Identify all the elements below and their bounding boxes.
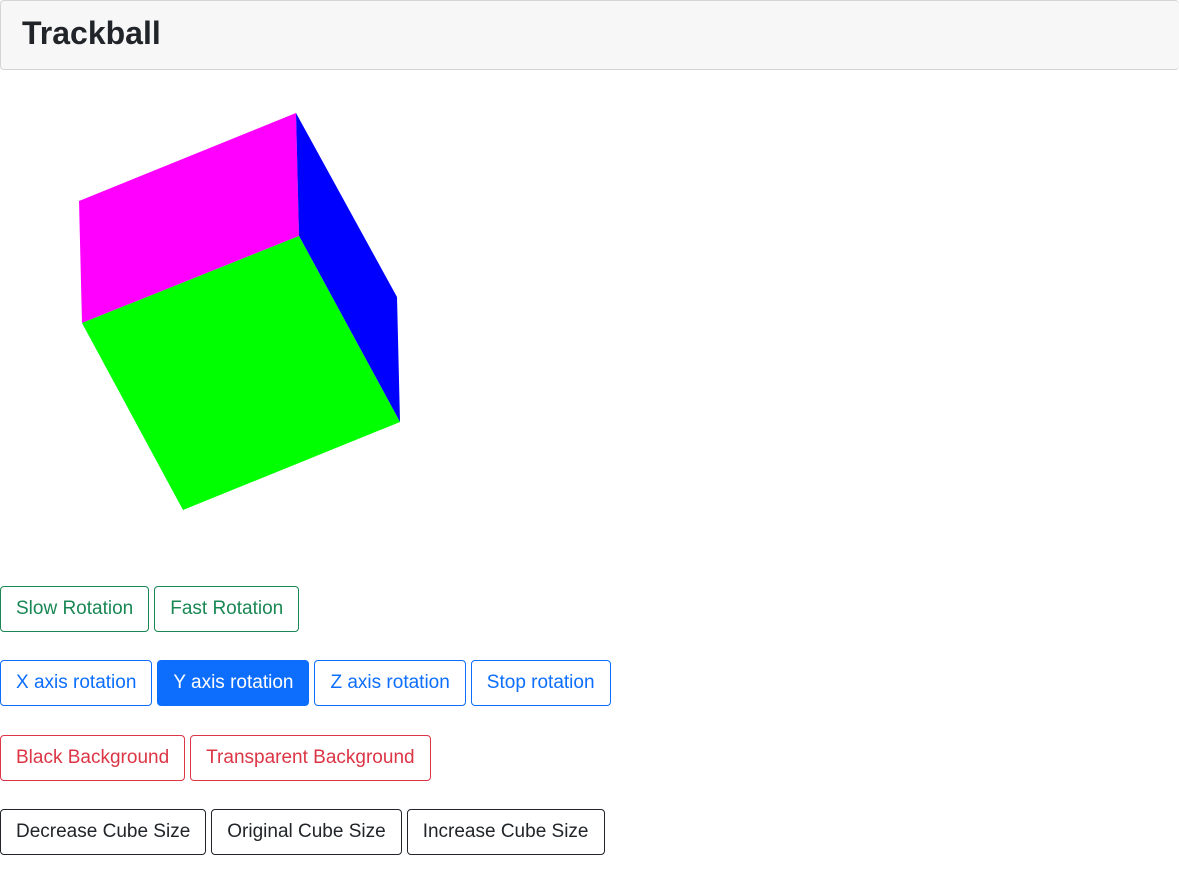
decrease-cube-size-button[interactable]: Decrease Cube Size [0,809,207,855]
background-controls: Black Background Transparent Background [0,735,431,781]
stop-rotation-button[interactable]: Stop rotation [470,660,611,706]
speed-controls: Slow Rotation Fast Rotation [0,586,300,632]
page-title: Trackball [22,15,161,51]
size-controls: Decrease Cube Size Original Cube Size In… [0,809,605,855]
slow-rotation-button[interactable]: Slow Rotation [0,586,150,632]
increase-cube-size-button[interactable]: Increase Cube Size [406,809,605,855]
x-axis-rotation-button[interactable]: X axis rotation [0,660,153,706]
original-cube-size-button[interactable]: Original Cube Size [211,809,402,855]
transparent-background-button[interactable]: Transparent Background [190,735,431,781]
z-axis-rotation-button[interactable]: Z axis rotation [314,660,466,706]
y-axis-rotation-button[interactable]: Y axis rotation [157,660,310,706]
axis-controls: X axis rotation Y axis rotation Z axis r… [0,660,611,706]
fast-rotation-button[interactable]: Fast Rotation [154,586,300,632]
black-background-button[interactable]: Black Background [0,735,186,781]
header-card: Trackball [0,0,1179,70]
trackball-canvas[interactable] [0,71,500,551]
cube-render [79,113,400,510]
